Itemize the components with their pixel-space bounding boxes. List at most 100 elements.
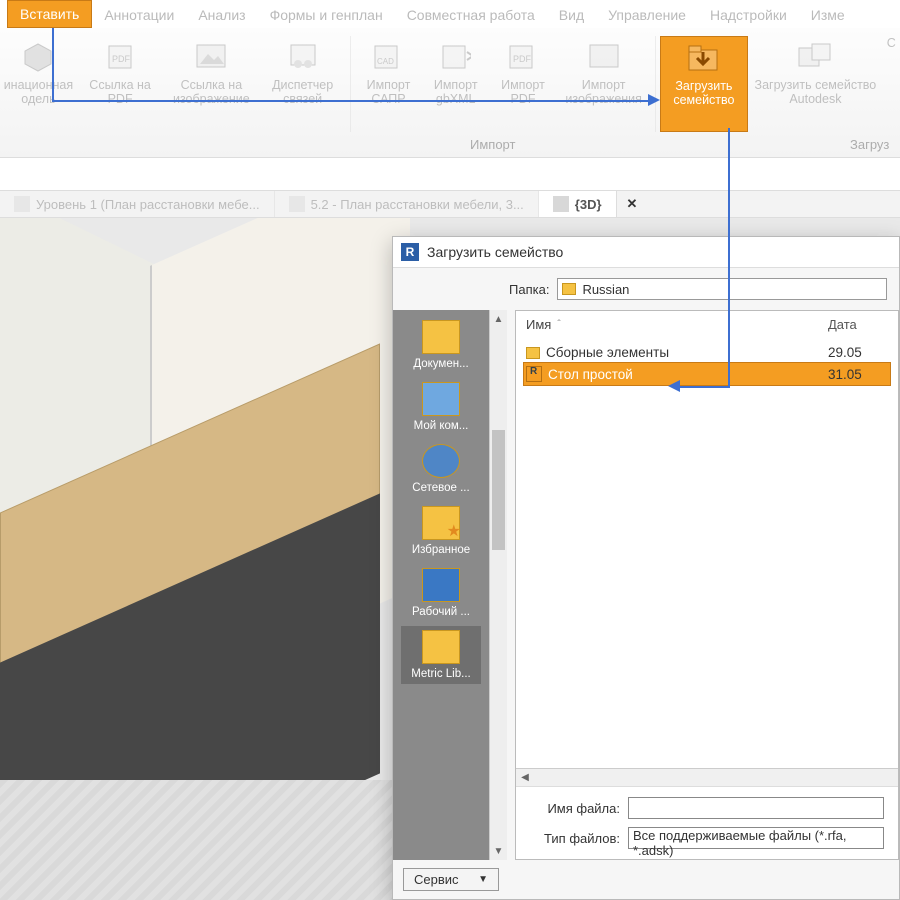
rb-label: Загрузить	[675, 79, 732, 93]
filetype-label: Тип файлов:	[530, 831, 620, 846]
rb-label: Autodesk	[789, 92, 841, 106]
folder-icon	[422, 630, 460, 664]
annotation-arrow	[52, 28, 54, 100]
col-name[interactable]: Имя	[526, 317, 551, 332]
svg-text:PDF: PDF	[112, 54, 131, 64]
rb-import-image[interactable]: Импорт изображения	[557, 36, 651, 106]
scroll-left-icon[interactable]: ◀	[516, 772, 534, 783]
globe-icon	[422, 444, 460, 478]
caret-down-icon: ▼	[478, 874, 488, 885]
viewtab-label: Уровень 1 (План расстановки мебе...	[36, 197, 260, 212]
rb-import-cad[interactable]: CAD Импорт САПР	[355, 36, 422, 106]
ribbon-tab-insert[interactable]: Вставить	[7, 0, 92, 28]
places-scrollbar[interactable]: ▲ ▼	[489, 310, 507, 860]
folder-label: Папка:	[509, 282, 549, 297]
rb-coord-model[interactable]: инационная одель	[0, 36, 77, 106]
folder-icon	[526, 347, 540, 359]
viewtab-3d[interactable]: {3D}	[539, 191, 617, 217]
rb-label: Импорт	[434, 78, 478, 92]
load-family-icon	[687, 41, 721, 75]
ribbon-tab-annotations[interactable]: Аннотации	[92, 2, 186, 28]
import-pdf-icon: PDF	[506, 40, 540, 74]
rb-label: изображение	[173, 92, 250, 106]
rb-label: Импорт	[582, 78, 626, 92]
viewtab-plan1[interactable]: Уровень 1 (План расстановки мебе...	[0, 191, 275, 217]
place-favorites[interactable]: ★Избранное	[401, 502, 481, 560]
ribbon-tab-massing[interactable]: Формы и генплан	[258, 2, 395, 28]
viewtab-close-button[interactable]: ✕	[617, 196, 648, 212]
ribbon-tab-view[interactable]: Вид	[547, 2, 596, 28]
place-desktop[interactable]: Рабочий ...	[401, 564, 481, 622]
place-label: Metric Lib...	[411, 668, 470, 680]
ribbon-tab-addins[interactable]: Надстройки	[698, 2, 799, 28]
scroll-up-icon[interactable]: ▲	[490, 310, 507, 328]
cube-icon	[21, 40, 55, 74]
import-cad-icon: CAD	[371, 40, 405, 74]
scroll-track[interactable]	[534, 769, 898, 786]
revit-icon: R	[401, 243, 419, 261]
separator	[350, 36, 351, 132]
ribbon-tab-collab[interactable]: Совместная работа	[395, 2, 547, 28]
desktop-icon	[422, 568, 460, 602]
rb-link-image[interactable]: Ссылка на изображение	[163, 36, 259, 106]
links-icon	[286, 40, 320, 74]
rb-label: связей	[283, 92, 322, 106]
folder-dropdown[interactable]: Russian	[557, 278, 887, 300]
viewtab-label: {3D}	[575, 197, 602, 212]
scroll-down-icon[interactable]: ▼	[490, 842, 507, 860]
rb-label: Импорт	[367, 78, 411, 92]
pdf-link-icon: PDF	[103, 40, 137, 74]
load-autodesk-family-icon	[798, 40, 832, 74]
separator	[655, 36, 656, 132]
rb-label: Ссылка на	[89, 78, 151, 92]
col-date[interactable]: Дата	[828, 317, 888, 332]
file-name: Сборные элементы	[546, 345, 669, 360]
plan-icon	[14, 196, 30, 212]
places-bar: Докумен... Мой ком... Сетевое ... ★Избра…	[393, 310, 489, 860]
ribbon-tab-analyze[interactable]: Анализ	[186, 2, 257, 28]
panel-label-load: Загруз	[850, 137, 889, 152]
arrowhead-icon	[668, 380, 680, 392]
rb-import-gbxml[interactable]: Импорт gbXML	[422, 36, 489, 106]
rb-link-manager[interactable]: Диспетчер связей	[259, 36, 345, 106]
rb-link-pdf[interactable]: PDF Ссылка на PDF	[77, 36, 163, 106]
viewtab-label: 5.2 - План расстановки мебели, 3...	[311, 197, 524, 212]
file-hscrollbar[interactable]: ◀	[516, 768, 898, 786]
dialog-title: Загрузить семейство	[427, 244, 563, 260]
ribbon-tab-modify[interactable]: Изме	[799, 2, 857, 28]
rb-import-pdf[interactable]: PDF Импорт PDF	[489, 36, 556, 106]
file-row-folder[interactable]: Сборные элементы 29.05	[524, 342, 890, 363]
ribbon-tab-manage[interactable]: Управление	[596, 2, 698, 28]
annotation-arrow	[52, 100, 648, 102]
folder-icon	[562, 283, 576, 295]
place-network[interactable]: Сетевое ...	[401, 440, 481, 498]
place-mycomputer[interactable]: Мой ком...	[401, 378, 481, 436]
folder-value: Russian	[582, 282, 629, 297]
viewtab-plan2[interactable]: 5.2 - План расстановки мебели, 3...	[275, 191, 539, 217]
tools-dropdown-button[interactable]: Сервис ▼	[403, 868, 499, 891]
rb-load-autodesk-family[interactable]: Загрузить семейство Autodesk	[748, 36, 883, 106]
svg-text:PDF: PDF	[513, 54, 532, 64]
folder-icon	[422, 320, 460, 354]
tools-label: Сервис	[414, 872, 459, 887]
rb-load-family[interactable]: Загрузить семейство	[660, 36, 748, 132]
file-row-rfa[interactable]: Стол простой 31.05	[524, 363, 890, 385]
place-documents[interactable]: Докумен...	[401, 316, 481, 374]
rb-trunc[interactable]: С	[883, 36, 900, 50]
image-link-icon	[194, 40, 228, 74]
arrowhead-icon	[648, 94, 660, 106]
place-metric-library[interactable]: Metric Lib...	[401, 626, 481, 684]
import-gbxml-icon	[439, 40, 473, 74]
scroll-thumb[interactable]	[492, 430, 505, 550]
file-list-pane: Имяˆ Дата Сборные элементы 29.05 Стол пр…	[515, 310, 899, 860]
rb-label: САПР	[371, 92, 405, 106]
place-label: Избранное	[412, 544, 470, 556]
load-family-dialog: R Загрузить семейство Папка: Russian Док…	[392, 236, 900, 900]
filetype-dropdown[interactable]: Все поддерживаемые файлы (*.rfa, *.adsk)	[628, 827, 884, 849]
file-date: 29.05	[828, 345, 888, 360]
filename-input[interactable]	[628, 797, 884, 819]
rb-label: Импорт	[501, 78, 545, 92]
rb-label: одель	[21, 92, 55, 106]
annotation-arrow	[728, 128, 730, 388]
rb-label: С	[887, 36, 896, 50]
